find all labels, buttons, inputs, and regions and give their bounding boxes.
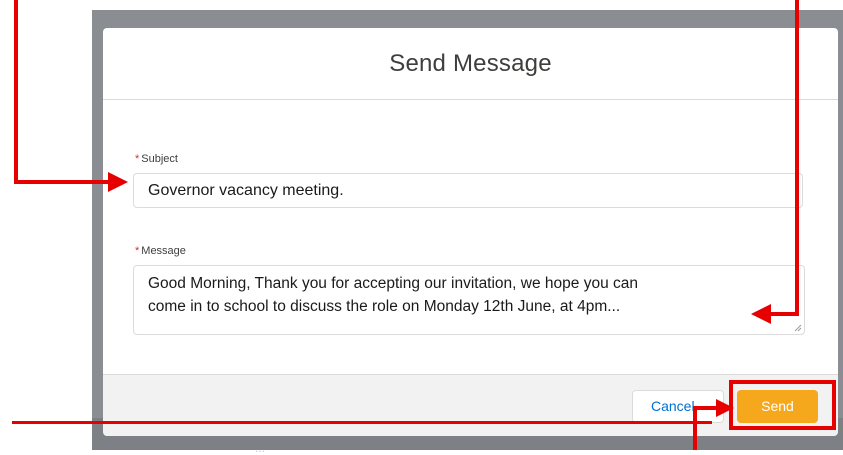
arrow-to-subject-icon [14, 0, 128, 192]
arrow-to-message-icon [751, 0, 799, 324]
annotation-overlay [14, 0, 799, 450]
arrow-to-send-icon [693, 399, 734, 450]
